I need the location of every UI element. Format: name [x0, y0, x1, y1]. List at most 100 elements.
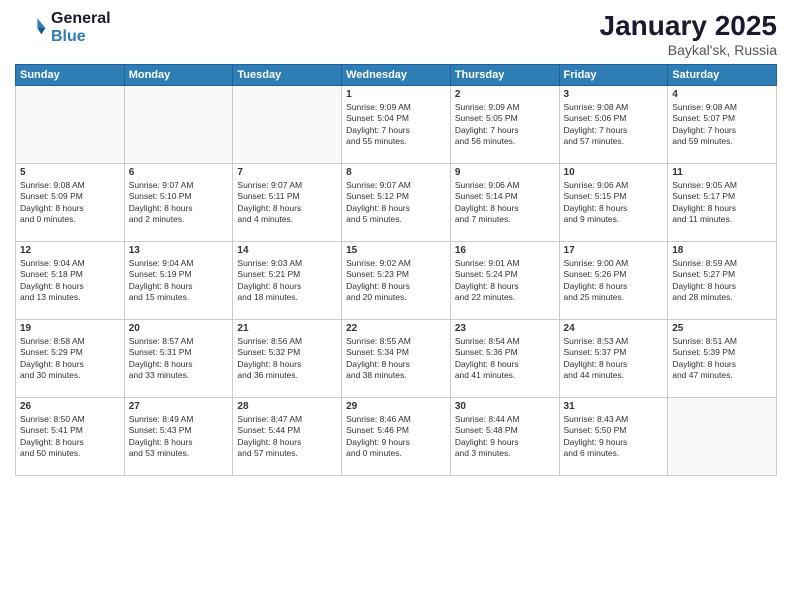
day-info: Sunrise: 9:07 AM Sunset: 5:11 PM Dayligh…	[237, 180, 337, 226]
calendar-cell: 4 Sunrise: 9:08 AM Sunset: 5:07 PM Daylig…	[668, 86, 777, 164]
calendar-cell: 17 Sunrise: 9:00 AM Sunset: 5:26 PM Dayli…	[559, 242, 668, 320]
day-number: 20	[129, 323, 229, 334]
calendar-cell	[124, 86, 233, 164]
calendar-cell: 30 Sunrise: 8:44 AM Sunset: 5:48 PM Dayli…	[450, 398, 559, 476]
calendar-cell: 24 Sunrise: 8:53 AM Sunset: 5:37 PM Dayli…	[559, 320, 668, 398]
month-title: January 2025	[600, 10, 777, 42]
day-number: 11	[672, 167, 772, 178]
day-info: Sunrise: 9:07 AM Sunset: 5:10 PM Dayligh…	[129, 180, 229, 226]
calendar-cell: 28 Sunrise: 8:47 AM Sunset: 5:44 PM Dayli…	[233, 398, 342, 476]
day-info: Sunrise: 9:04 AM Sunset: 5:19 PM Dayligh…	[129, 258, 229, 304]
day-number: 31	[564, 401, 664, 412]
day-info: Sunrise: 9:08 AM Sunset: 5:09 PM Dayligh…	[20, 180, 120, 226]
day-number: 19	[20, 323, 120, 334]
day-number: 7	[237, 167, 337, 178]
day-number: 8	[346, 167, 446, 178]
calendar-week-5: 26Sunrise: 8:50 AM Sunset: 5:41 PM Dayli…	[16, 398, 777, 476]
calendar-cell: 11 Sunrise: 9:05 AM Sunset: 5:17 PM Dayli…	[668, 164, 777, 242]
day-info: Sunrise: 9:05 AM Sunset: 5:17 PM Dayligh…	[672, 180, 772, 226]
calendar-cell: 23Sunrise: 8:54 AM Sunset: 5:36 PM Dayli…	[450, 320, 559, 398]
calendar-cell: 16 Sunrise: 9:01 AM Sunset: 5:24 PM Dayli…	[450, 242, 559, 320]
day-number: 4	[672, 89, 772, 100]
day-number: 14	[237, 245, 337, 256]
day-info: Sunrise: 8:49 AM Sunset: 5:43 PM Dayligh…	[129, 414, 229, 460]
calendar-cell: 2 Sunrise: 9:09 AM Sunset: 5:05 PM Daylig…	[450, 86, 559, 164]
day-info: Sunrise: 8:46 AM Sunset: 5:46 PM Dayligh…	[346, 414, 446, 460]
day-info: Sunrise: 9:00 AM Sunset: 5:26 PM Dayligh…	[564, 258, 664, 304]
day-info: Sunrise: 9:09 AM Sunset: 5:04 PM Dayligh…	[346, 102, 446, 148]
day-number: 6	[129, 167, 229, 178]
calendar-cell: 6 Sunrise: 9:07 AM Sunset: 5:10 PM Daylig…	[124, 164, 233, 242]
weekday-header-tuesday: Tuesday	[233, 65, 342, 86]
calendar-cell	[233, 86, 342, 164]
calendar-cell: 29Sunrise: 8:46 AM Sunset: 5:46 PM Dayli…	[342, 398, 451, 476]
calendar-cell	[668, 398, 777, 476]
day-number: 17	[564, 245, 664, 256]
day-info: Sunrise: 8:51 AM Sunset: 5:39 PM Dayligh…	[672, 336, 772, 382]
weekday-header-row: SundayMondayTuesdayWednesdayThursdayFrid…	[16, 65, 777, 86]
logo-icon	[15, 12, 47, 44]
day-info: Sunrise: 8:44 AM Sunset: 5:48 PM Dayligh…	[455, 414, 555, 460]
day-info: Sunrise: 9:09 AM Sunset: 5:05 PM Dayligh…	[455, 102, 555, 148]
calendar-cell: 5 Sunrise: 9:08 AM Sunset: 5:09 PM Daylig…	[16, 164, 125, 242]
day-info: Sunrise: 9:04 AM Sunset: 5:18 PM Dayligh…	[20, 258, 120, 304]
day-info: Sunrise: 8:43 AM Sunset: 5:50 PM Dayligh…	[564, 414, 664, 460]
calendar-cell: 12Sunrise: 9:04 AM Sunset: 5:18 PM Dayli…	[16, 242, 125, 320]
day-info: Sunrise: 9:02 AM Sunset: 5:23 PM Dayligh…	[346, 258, 446, 304]
weekday-header-wednesday: Wednesday	[342, 65, 451, 86]
calendar-cell: 25Sunrise: 8:51 AM Sunset: 5:39 PM Dayli…	[668, 320, 777, 398]
calendar-cell: 10Sunrise: 9:06 AM Sunset: 5:15 PM Dayli…	[559, 164, 668, 242]
calendar-cell: 20 Sunrise: 8:57 AM Sunset: 5:31 PM Dayli…	[124, 320, 233, 398]
calendar-cell: 8 Sunrise: 9:07 AM Sunset: 5:12 PM Daylig…	[342, 164, 451, 242]
day-number: 5	[20, 167, 120, 178]
day-number: 3	[564, 89, 664, 100]
calendar-cell: 13Sunrise: 9:04 AM Sunset: 5:19 PM Dayli…	[124, 242, 233, 320]
calendar-cell: 3 Sunrise: 9:08 AM Sunset: 5:06 PM Daylig…	[559, 86, 668, 164]
day-number: 9	[455, 167, 555, 178]
day-info: Sunrise: 9:08 AM Sunset: 5:07 PM Dayligh…	[672, 102, 772, 148]
calendar-cell: 15Sunrise: 9:02 AM Sunset: 5:23 PM Dayli…	[342, 242, 451, 320]
day-number: 1	[346, 89, 446, 100]
header: General Blue January 2025 Baykal'sk, Rus…	[15, 10, 777, 58]
day-number: 30	[455, 401, 555, 412]
day-info: Sunrise: 8:53 AM Sunset: 5:37 PM Dayligh…	[564, 336, 664, 382]
calendar-cell: 14Sunrise: 9:03 AM Sunset: 5:21 PM Dayli…	[233, 242, 342, 320]
day-number: 2	[455, 89, 555, 100]
day-info: Sunrise: 8:59 AM Sunset: 5:27 PM Dayligh…	[672, 258, 772, 304]
day-info: Sunrise: 9:01 AM Sunset: 5:24 PM Dayligh…	[455, 258, 555, 304]
day-info: Sunrise: 8:47 AM Sunset: 5:44 PM Dayligh…	[237, 414, 337, 460]
calendar-week-1: 1 Sunrise: 9:09 AM Sunset: 5:04 PM Daylig…	[16, 86, 777, 164]
weekday-header-sunday: Sunday	[16, 65, 125, 86]
calendar-cell: 26Sunrise: 8:50 AM Sunset: 5:41 PM Dayli…	[16, 398, 125, 476]
day-info: Sunrise: 8:54 AM Sunset: 5:36 PM Dayligh…	[455, 336, 555, 382]
day-number: 28	[237, 401, 337, 412]
calendar-week-2: 5 Sunrise: 9:08 AM Sunset: 5:09 PM Daylig…	[16, 164, 777, 242]
day-number: 22	[346, 323, 446, 334]
calendar-week-4: 19 Sunrise: 8:58 AM Sunset: 5:29 PM Dayli…	[16, 320, 777, 398]
day-info: Sunrise: 9:08 AM Sunset: 5:06 PM Dayligh…	[564, 102, 664, 148]
calendar-cell: 21 Sunrise: 8:56 AM Sunset: 5:32 PM Dayli…	[233, 320, 342, 398]
calendar-cell: 27Sunrise: 8:49 AM Sunset: 5:43 PM Dayli…	[124, 398, 233, 476]
day-info: Sunrise: 9:07 AM Sunset: 5:12 PM Dayligh…	[346, 180, 446, 226]
weekday-header-thursday: Thursday	[450, 65, 559, 86]
calendar-cell: 18Sunrise: 8:59 AM Sunset: 5:27 PM Dayli…	[668, 242, 777, 320]
calendar-cell: 31 Sunrise: 8:43 AM Sunset: 5:50 PM Dayli…	[559, 398, 668, 476]
day-info: Sunrise: 8:56 AM Sunset: 5:32 PM Dayligh…	[237, 336, 337, 382]
logo: General Blue	[15, 10, 111, 46]
calendar-cell: 7 Sunrise: 9:07 AM Sunset: 5:11 PM Daylig…	[233, 164, 342, 242]
day-info: Sunrise: 8:55 AM Sunset: 5:34 PM Dayligh…	[346, 336, 446, 382]
day-number: 21	[237, 323, 337, 334]
day-number: 24	[564, 323, 664, 334]
weekday-header-saturday: Saturday	[668, 65, 777, 86]
day-number: 16	[455, 245, 555, 256]
logo-text: General Blue	[51, 10, 111, 46]
day-info: Sunrise: 8:58 AM Sunset: 5:29 PM Dayligh…	[20, 336, 120, 382]
weekday-header-friday: Friday	[559, 65, 668, 86]
calendar-cell	[16, 86, 125, 164]
day-info: Sunrise: 8:57 AM Sunset: 5:31 PM Dayligh…	[129, 336, 229, 382]
title-area: January 2025 Baykal'sk, Russia	[600, 10, 777, 58]
weekday-header-monday: Monday	[124, 65, 233, 86]
calendar-cell: 22 Sunrise: 8:55 AM Sunset: 5:34 PM Dayli…	[342, 320, 451, 398]
day-info: Sunrise: 9:06 AM Sunset: 5:14 PM Dayligh…	[455, 180, 555, 226]
day-info: Sunrise: 8:50 AM Sunset: 5:41 PM Dayligh…	[20, 414, 120, 460]
